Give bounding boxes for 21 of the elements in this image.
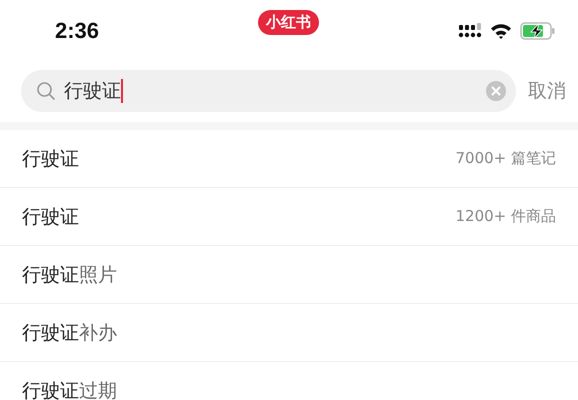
status-time: 2:36: [55, 18, 100, 44]
clear-icon[interactable]: [486, 81, 506, 101]
battery-charging-icon: [520, 22, 556, 40]
app-badge: 小红书: [258, 10, 319, 35]
suggestion-item[interactable]: 行驶证补办: [0, 304, 578, 362]
suggestion-item[interactable]: 行驶证 7000+ 篇笔记: [0, 130, 578, 188]
suggestion-text: 行驶证过期: [22, 378, 117, 400]
cancel-button[interactable]: 取消: [516, 78, 566, 104]
result-count: 1200+ 件商品: [455, 207, 556, 226]
suggestion-text: 行驶证照片: [22, 262, 117, 288]
suggestion-text: 行驶证: [22, 146, 79, 172]
wifi-icon: [490, 23, 512, 39]
suggestion-item[interactable]: 行驶证照片: [0, 246, 578, 304]
signal-icon: [458, 23, 482, 39]
suggestion-text: 行驶证: [22, 204, 79, 230]
result-count: 7000+ 篇笔记: [455, 149, 556, 168]
search-icon: [36, 81, 56, 101]
search-field[interactable]: 行驶证: [21, 70, 516, 112]
suggestion-text: 行驶证补办: [22, 320, 117, 346]
suggestion-item[interactable]: 行驶证 1200+ 件商品: [0, 188, 578, 246]
suggestion-item[interactable]: 行驶证过期: [0, 362, 578, 400]
